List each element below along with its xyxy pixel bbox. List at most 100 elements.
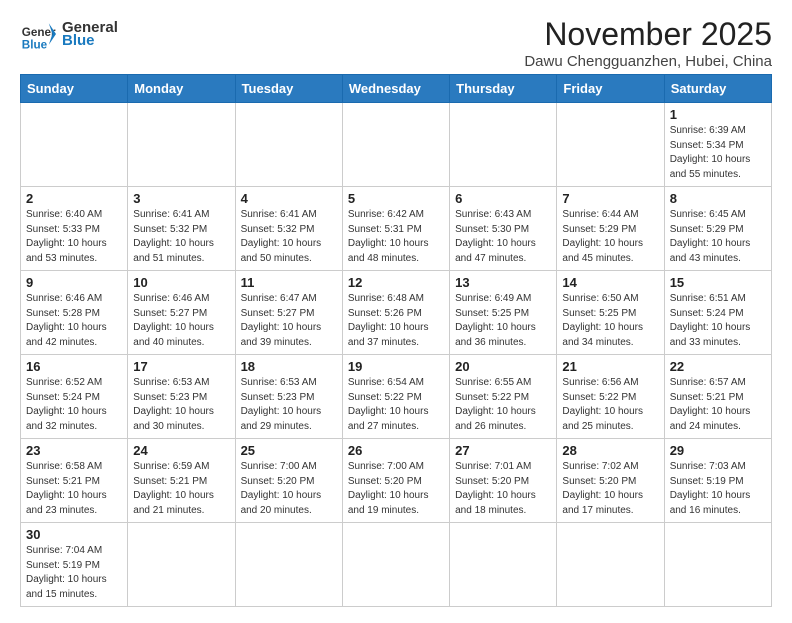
day-number: 14 [562, 275, 658, 290]
calendar-cell: 20 Sunrise: 6:55 AMSunset: 5:22 PMDayligh… [450, 355, 557, 439]
month-title: November 2025 [524, 16, 772, 53]
weekday-header-thursday: Thursday [450, 75, 557, 103]
day-number: 2 [26, 191, 122, 206]
day-number: 18 [241, 359, 337, 374]
day-number: 10 [133, 275, 229, 290]
day-number: 4 [241, 191, 337, 206]
calendar-cell [557, 103, 664, 187]
calendar-cell: 21 Sunrise: 6:56 AMSunset: 5:22 PMDayligh… [557, 355, 664, 439]
day-number: 25 [241, 443, 337, 458]
calendar-cell: 16Sunrise: 6:52 AMSunset: 5:24 PMDayligh… [21, 355, 128, 439]
day-info: Sunrise: 6:42 AMSunset: 5:31 PMDaylight:… [348, 208, 444, 266]
day-info: Sunrise: 6:41 AMSunset: 5:32 PMDaylight:… [133, 208, 229, 266]
calendar-cell: 8Sunrise: 6:45 AMSunset: 5:29 PMDaylight… [664, 187, 771, 271]
calendar-table: SundayMondayTuesdayWednesdayThursdayFrid… [20, 74, 772, 607]
calendar-header-row: SundayMondayTuesdayWednesdayThursdayFrid… [21, 75, 772, 103]
logo: General Blue General Blue [20, 16, 118, 52]
day-info: Sunrise: 6:47 AMSunset: 5:27 PMDaylight:… [241, 292, 337, 350]
day-info: Sunrise: 6:57 AMSunset: 5:21 PMDaylight:… [670, 376, 766, 434]
day-info: Sunrise: 7:00 AMSunset: 5:20 PMDaylight:… [348, 460, 444, 518]
calendar-cell: 13Sunrise: 6:49 AMSunset: 5:25 PMDayligh… [450, 271, 557, 355]
calendar-cell [664, 523, 771, 607]
day-number: 5 [348, 191, 444, 206]
calendar-cell [235, 523, 342, 607]
logo-icon: General Blue [20, 16, 56, 52]
day-number: 30 [26, 527, 122, 542]
day-info: Sunrise: 6:54 AMSunset: 5:22 PMDaylight:… [348, 376, 444, 434]
day-info: Sunrise: 6:41 AMSunset: 5:32 PMDaylight:… [241, 208, 337, 266]
day-number: 6 [455, 191, 551, 206]
calendar-cell [342, 523, 449, 607]
day-number: 20 [455, 359, 551, 374]
day-number: 24 [133, 443, 229, 458]
calendar-cell [21, 103, 128, 187]
calendar-cell: 25 Sunrise: 7:00 AMSunset: 5:20 PMDayligh… [235, 439, 342, 523]
svg-text:Blue: Blue [22, 38, 48, 51]
day-info: Sunrise: 6:39 AMSunset: 5:34 PMDaylight:… [670, 124, 766, 182]
day-info: Sunrise: 6:53 AMSunset: 5:23 PMDaylight:… [241, 376, 337, 434]
day-info: Sunrise: 6:46 AMSunset: 5:28 PMDaylight:… [26, 292, 122, 350]
calendar-cell: 26 Sunrise: 7:00 AMSunset: 5:20 PMDayligh… [342, 439, 449, 523]
calendar-week-row: 30Sunrise: 7:04 AMSunset: 5:19 PMDayligh… [21, 523, 772, 607]
calendar-week-row: 16Sunrise: 6:52 AMSunset: 5:24 PMDayligh… [21, 355, 772, 439]
title-block: November 2025 Dawu Chengguanzhen, Hubei,… [524, 16, 772, 70]
calendar-cell: 15Sunrise: 6:51 AMSunset: 5:24 PMDayligh… [664, 271, 771, 355]
weekday-header-tuesday: Tuesday [235, 75, 342, 103]
day-number: 26 [348, 443, 444, 458]
calendar-cell [235, 103, 342, 187]
calendar-cell: 28 Sunrise: 7:02 AMSunset: 5:20 PMDayligh… [557, 439, 664, 523]
calendar-cell: 17Sunrise: 6:53 AMSunset: 5:23 PMDayligh… [128, 355, 235, 439]
day-info: Sunrise: 6:58 AMSunset: 5:21 PMDaylight:… [26, 460, 122, 518]
calendar-cell [128, 103, 235, 187]
calendar-cell: 23Sunrise: 6:58 AMSunset: 5:21 PMDayligh… [21, 439, 128, 523]
calendar-cell: 6 Sunrise: 6:43 AMSunset: 5:30 PMDaylight… [450, 187, 557, 271]
day-number: 17 [133, 359, 229, 374]
weekday-header-wednesday: Wednesday [342, 75, 449, 103]
day-info: Sunrise: 6:55 AMSunset: 5:22 PMDaylight:… [455, 376, 551, 434]
weekday-header-monday: Monday [128, 75, 235, 103]
calendar-cell: 10 Sunrise: 6:46 AMSunset: 5:27 PMDayligh… [128, 271, 235, 355]
day-number: 7 [562, 191, 658, 206]
calendar-week-row: 9Sunrise: 6:46 AMSunset: 5:28 PMDaylight… [21, 271, 772, 355]
day-info: Sunrise: 6:59 AMSunset: 5:21 PMDaylight:… [133, 460, 229, 518]
calendar-cell: 2Sunrise: 6:40 AMSunset: 5:33 PMDaylight… [21, 187, 128, 271]
day-info: Sunrise: 6:49 AMSunset: 5:25 PMDaylight:… [455, 292, 551, 350]
day-info: Sunrise: 6:44 AMSunset: 5:29 PMDaylight:… [562, 208, 658, 266]
calendar-cell: 7 Sunrise: 6:44 AMSunset: 5:29 PMDaylight… [557, 187, 664, 271]
calendar-cell: 12 Sunrise: 6:48 AMSunset: 5:26 PMDayligh… [342, 271, 449, 355]
day-info: Sunrise: 6:43 AMSunset: 5:30 PMDaylight:… [455, 208, 551, 266]
day-number: 21 [562, 359, 658, 374]
calendar-cell: 4 Sunrise: 6:41 AMSunset: 5:32 PMDaylight… [235, 187, 342, 271]
day-number: 12 [348, 275, 444, 290]
calendar-cell: 19 Sunrise: 6:54 AMSunset: 5:22 PMDayligh… [342, 355, 449, 439]
calendar-cell: 18 Sunrise: 6:53 AMSunset: 5:23 PMDayligh… [235, 355, 342, 439]
day-info: Sunrise: 6:48 AMSunset: 5:26 PMDaylight:… [348, 292, 444, 350]
calendar-cell [450, 523, 557, 607]
day-info: Sunrise: 6:51 AMSunset: 5:24 PMDaylight:… [670, 292, 766, 350]
day-info: Sunrise: 6:56 AMSunset: 5:22 PMDaylight:… [562, 376, 658, 434]
day-info: Sunrise: 7:00 AMSunset: 5:20 PMDaylight:… [241, 460, 337, 518]
day-info: Sunrise: 7:03 AMSunset: 5:19 PMDaylight:… [670, 460, 766, 518]
calendar-cell [450, 103, 557, 187]
day-number: 19 [348, 359, 444, 374]
calendar-cell: 29 Sunrise: 7:03 AMSunset: 5:19 PMDayligh… [664, 439, 771, 523]
day-info: Sunrise: 6:50 AMSunset: 5:25 PMDaylight:… [562, 292, 658, 350]
day-info: Sunrise: 7:02 AMSunset: 5:20 PMDaylight:… [562, 460, 658, 518]
day-info: Sunrise: 6:46 AMSunset: 5:27 PMDaylight:… [133, 292, 229, 350]
day-info: Sunrise: 7:01 AMSunset: 5:20 PMDaylight:… [455, 460, 551, 518]
calendar-cell: 30Sunrise: 7:04 AMSunset: 5:19 PMDayligh… [21, 523, 128, 607]
calendar-cell: 1Sunrise: 6:39 AMSunset: 5:34 PMDaylight… [664, 103, 771, 187]
day-number: 28 [562, 443, 658, 458]
calendar-week-row: 2Sunrise: 6:40 AMSunset: 5:33 PMDaylight… [21, 187, 772, 271]
calendar-cell: 9Sunrise: 6:46 AMSunset: 5:28 PMDaylight… [21, 271, 128, 355]
calendar-cell: 11Sunrise: 6:47 AMSunset: 5:27 PMDayligh… [235, 271, 342, 355]
calendar-cell: 24 Sunrise: 6:59 AMSunset: 5:21 PMDayligh… [128, 439, 235, 523]
calendar-cell: 14 Sunrise: 6:50 AMSunset: 5:25 PMDayligh… [557, 271, 664, 355]
day-number: 29 [670, 443, 766, 458]
location-text: Dawu Chengguanzhen, Hubei, China [524, 53, 772, 70]
calendar-cell [128, 523, 235, 607]
calendar-cell [342, 103, 449, 187]
calendar-cell: 22Sunrise: 6:57 AMSunset: 5:21 PMDayligh… [664, 355, 771, 439]
calendar-cell: 5 Sunrise: 6:42 AMSunset: 5:31 PMDaylight… [342, 187, 449, 271]
calendar-cell: 27Sunrise: 7:01 AMSunset: 5:20 PMDayligh… [450, 439, 557, 523]
